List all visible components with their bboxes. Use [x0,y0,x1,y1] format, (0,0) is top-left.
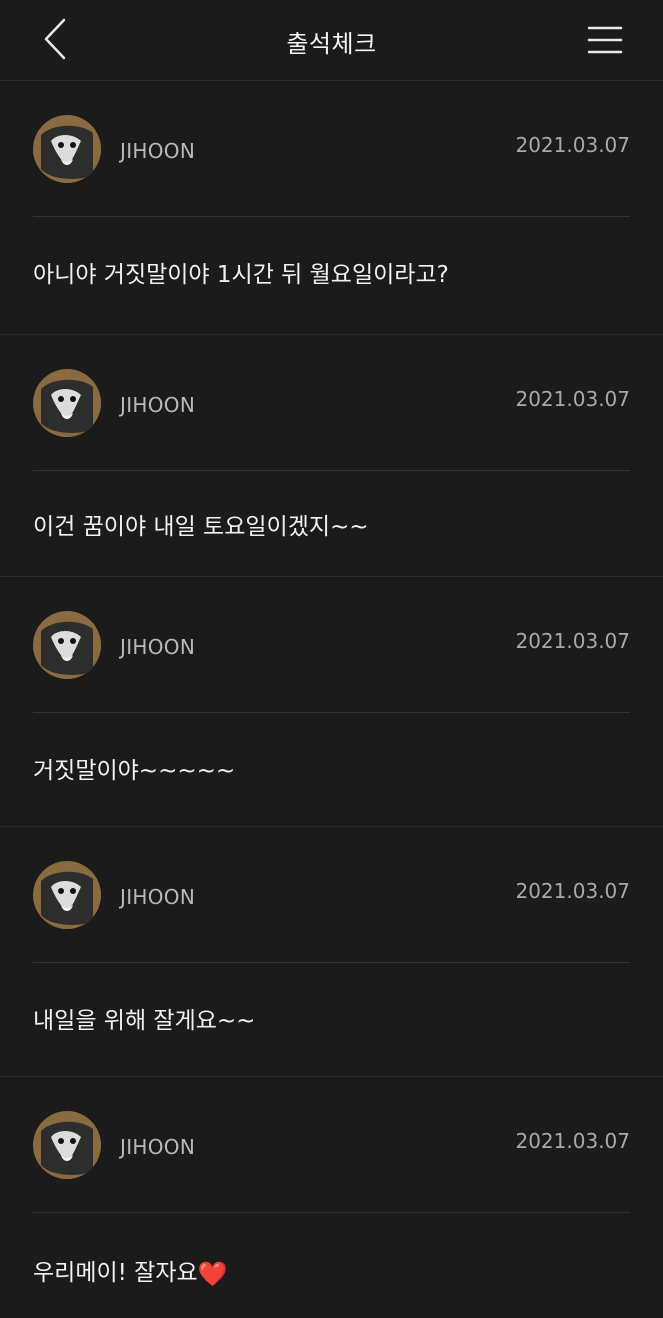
hamburger-menu-icon [587,26,623,54]
divider [33,470,630,471]
dog-avatar-icon [33,861,101,929]
post-header: JIHOON 2021.03.07 [0,335,663,471]
divider [33,1212,630,1213]
avatar[interactable] [33,861,101,929]
dog-avatar-icon [33,369,101,437]
post-date: 2021.03.07 [515,1129,630,1153]
post-item[interactable]: JIHOON 2021.03.07 거짓말이야~~~~~ [0,577,663,827]
author-name: JIHOON [120,635,196,659]
heart-icon: ❤️ [197,1260,228,1288]
divider [33,712,630,713]
post-header: JIHOON 2021.03.07 [0,81,663,217]
post-header: JIHOON 2021.03.07 [0,827,663,963]
post-date: 2021.03.07 [515,133,630,157]
post-item[interactable]: JIHOON 2021.03.07 이건 꿈이야 내일 토요일이겠지~~ [0,335,663,577]
menu-button[interactable] [585,20,625,60]
avatar[interactable] [33,1111,101,1179]
divider [33,962,630,963]
post-date: 2021.03.07 [515,387,630,411]
author-name: JIHOON [120,393,196,417]
dog-avatar-icon [33,611,101,679]
post-item[interactable]: JIHOON 2021.03.07 내일을 위해 잘게요~~ [0,827,663,1077]
author-name: JIHOON [120,139,196,163]
post-text: 내일을 위해 잘게요~~ [33,1008,256,1034]
avatar[interactable] [33,611,101,679]
post-text: 거짓말이야~~~~~ [33,758,236,784]
avatar[interactable] [33,115,101,183]
post-date: 2021.03.07 [515,879,630,903]
dog-avatar-icon [33,115,101,183]
page-title: 출석체크 [286,30,377,58]
post-text: 이건 꿈이야 내일 토요일이겠지~~ [33,514,369,540]
post-text-content: 우리메이! 잘자요 [33,1260,198,1286]
post-item[interactable]: JIHOON 2021.03.07 아니야 거짓말이야 1시간 뒤 월요일이라고… [0,81,663,335]
post-item[interactable]: JIHOON 2021.03.07 우리메이! 잘자요❤️ [0,1077,663,1318]
author-name: JIHOON [120,885,196,909]
avatar[interactable] [33,369,101,437]
post-header: JIHOON 2021.03.07 [0,1077,663,1213]
post-text: 우리메이! 잘자요❤️ [0,1213,663,1288]
author-name: JIHOON [120,1135,196,1159]
top-bar: 출석체크 [0,0,663,81]
post-text: 아니야 거짓말이야 1시간 뒤 월요일이라고? [33,262,449,288]
divider [33,216,630,217]
dog-avatar-icon [33,1111,101,1179]
post-date: 2021.03.07 [515,629,630,653]
post-header: JIHOON 2021.03.07 [0,577,663,713]
